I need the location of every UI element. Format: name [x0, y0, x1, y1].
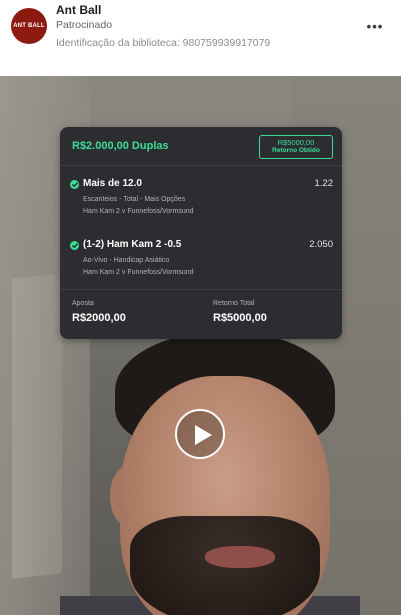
person-mouth: [205, 546, 275, 568]
selection-title: Mais de 12.0: [83, 178, 142, 189]
more-options-button[interactable]: •••: [364, 16, 386, 36]
library-id-text: Identificação da biblioteca: 98075993991…: [56, 37, 271, 49]
play-icon: [195, 425, 212, 445]
ant-ball-logo: ANT BALL: [13, 22, 45, 29]
bet-slip-title: R$2.000,00 Duplas: [72, 140, 169, 152]
selection-match: Ham Kam 2 v Funnefoss/Vormsund: [83, 269, 194, 276]
video-background-door: [12, 273, 62, 579]
selection-title: (1-2) Ham Kam 2 -0.5: [83, 239, 182, 250]
stake-label: Aposta: [72, 300, 94, 307]
check-circle-icon: [70, 180, 79, 189]
selection-match: Ham Kam 2 v Funnefoss/Vormsund: [83, 208, 194, 215]
bet-slip-divider: [60, 289, 342, 290]
selection-market: Escanteios - Total - Mais Opções: [83, 196, 186, 203]
bet-slip-header: R$2.000,00 Duplas R$5000,00 Retorno Obti…: [60, 127, 342, 166]
page-name-link[interactable]: Ant Ball: [56, 3, 101, 17]
return-badge-amount: R$5000,00: [277, 138, 315, 147]
selection-odds: 1.22: [314, 178, 334, 189]
selection-market: Ao-Vivo - Handicap Asiático: [83, 257, 170, 264]
play-button[interactable]: [175, 409, 225, 459]
return-badge: R$5000,00 Retorno Obtido: [259, 135, 333, 159]
check-circle-icon: [70, 241, 79, 250]
page-avatar[interactable]: ANT BALL: [11, 8, 47, 44]
bet-slip-card: R$2.000,00 Duplas R$5000,00 Retorno Obti…: [60, 127, 342, 339]
selection-odds: 2.050: [309, 239, 333, 250]
total-return-label: Retorno Total: [213, 300, 255, 307]
ad-header: ANT BALL Ant Ball Patrocinado Identifica…: [0, 0, 401, 76]
more-options-icon: •••: [366, 18, 384, 34]
stake-value: R$2000,00: [72, 312, 126, 324]
sponsored-label: Patrocinado: [56, 19, 113, 31]
total-return-value: R$5000,00: [213, 312, 267, 324]
return-badge-label: Retorno Obtido: [272, 147, 320, 154]
